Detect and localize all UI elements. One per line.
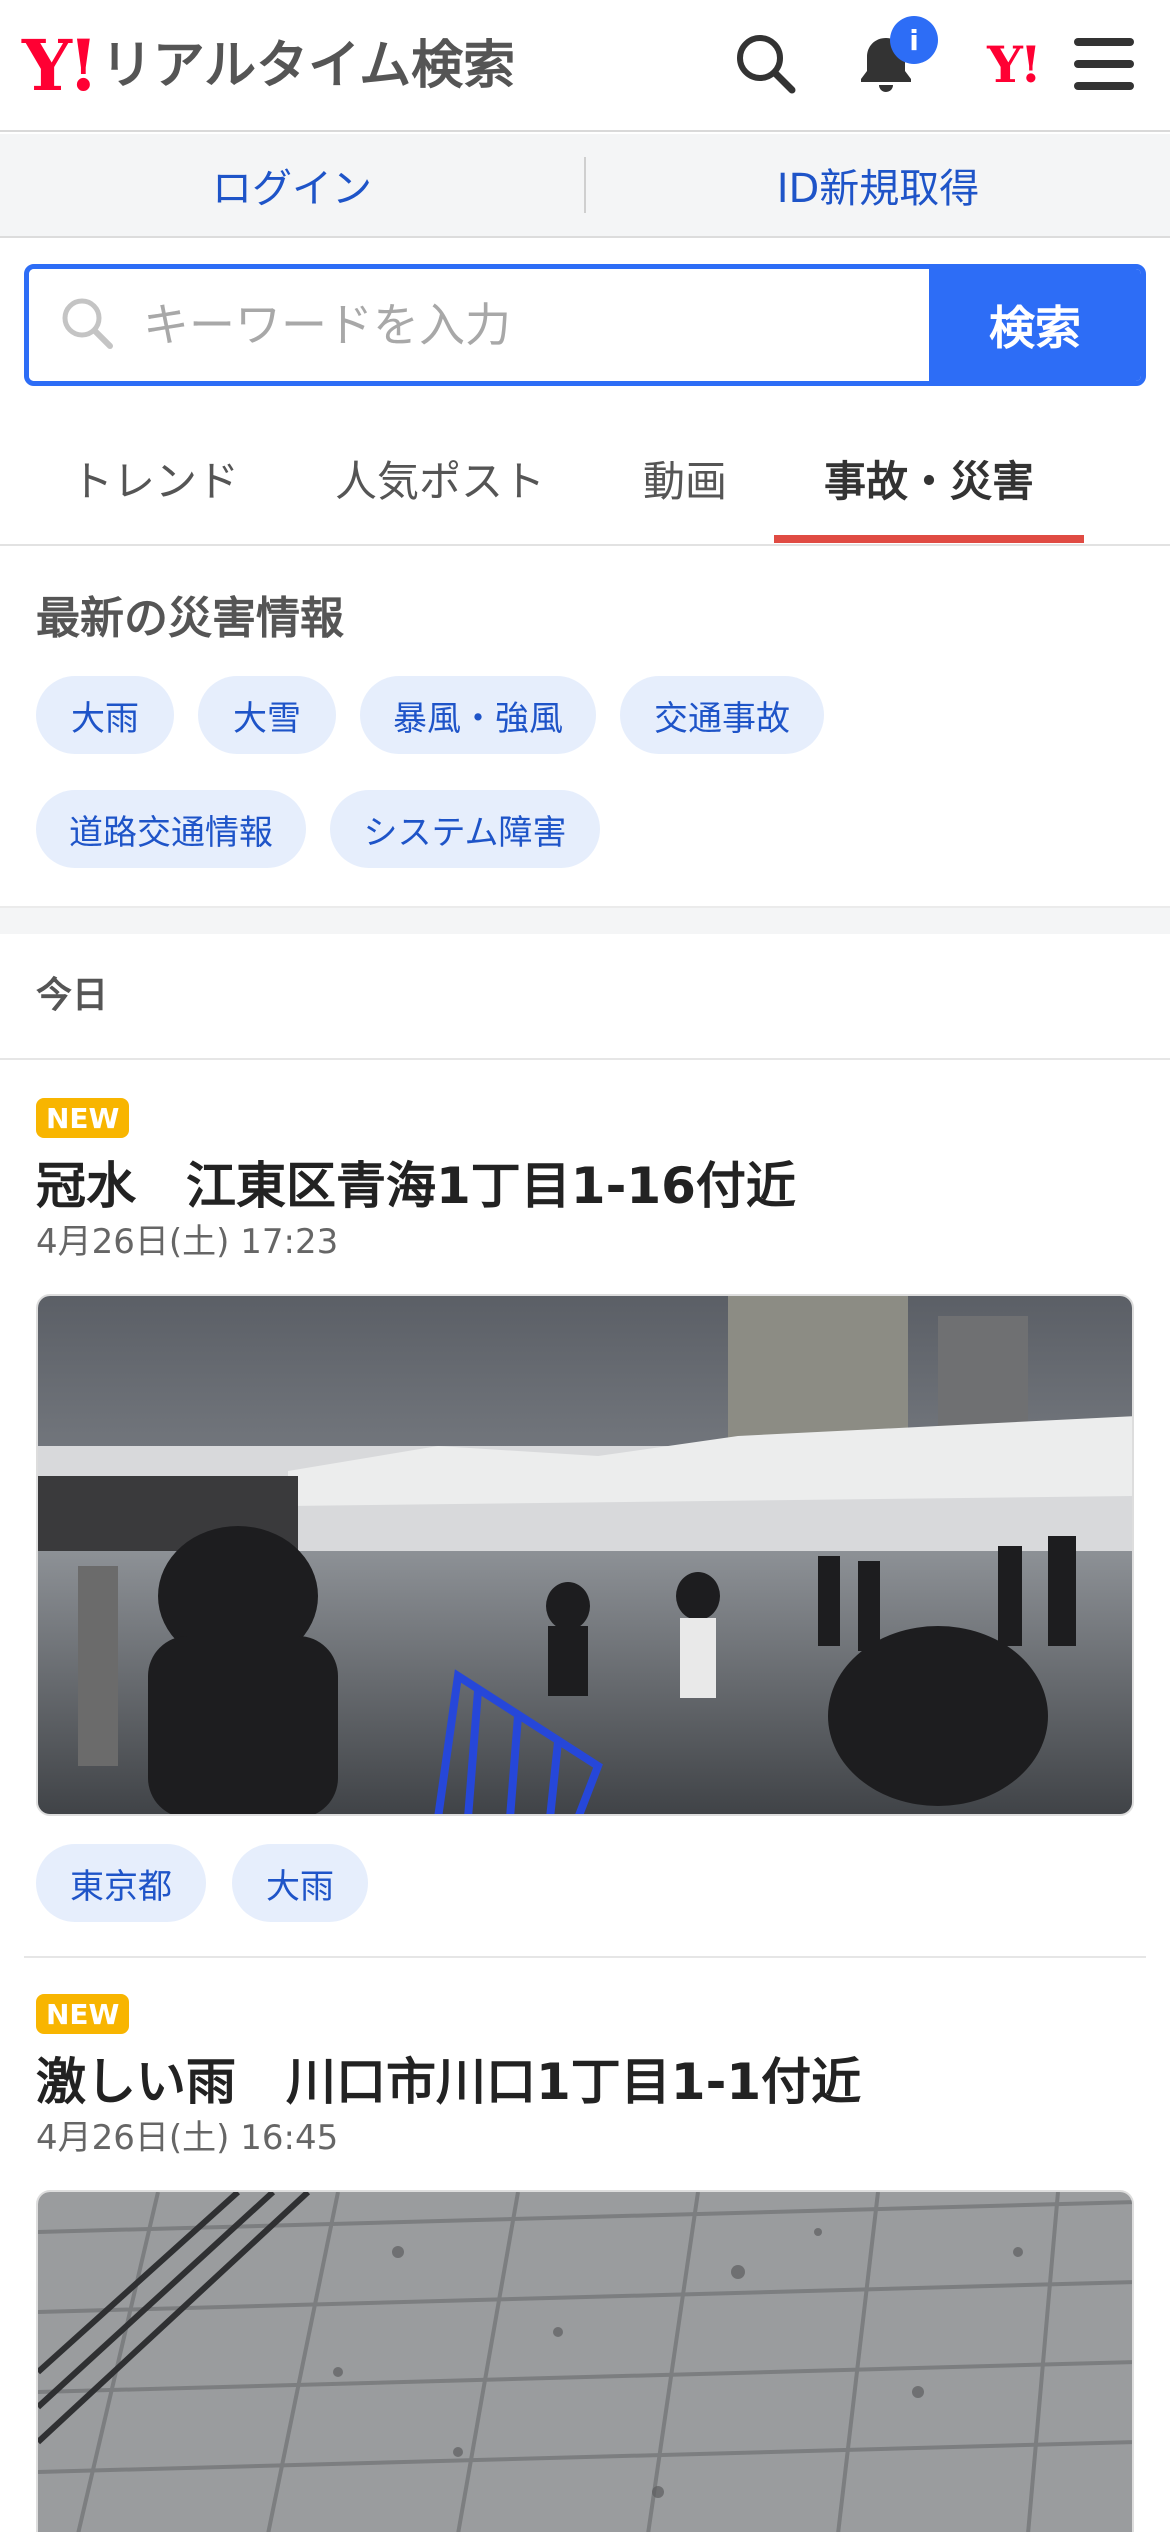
yahoo-realtime-logo[interactable]: Y! リアルタイム検索 [22, 30, 515, 102]
login-link[interactable]: ログイン [0, 156, 584, 214]
register-link[interactable]: ID新規取得 [586, 156, 1170, 214]
chip-traffic-accident[interactable]: 交通事故 [620, 676, 824, 754]
notification-bell-icon[interactable]: i [850, 16, 938, 100]
tab-popular-posts[interactable]: 人気ポスト [320, 410, 560, 546]
logo-text: リアルタイム検索 [100, 36, 516, 96]
search-bar: 検索 [24, 264, 1146, 386]
divider [0, 1058, 1170, 1060]
yahoo-japan-icon[interactable]: Y! [968, 28, 1058, 100]
chip-road-traffic[interactable]: 道路交通情報 [36, 790, 306, 868]
date-section-label: 今日 [36, 975, 109, 1016]
tag-tokyo[interactable]: 東京都 [36, 1844, 206, 1922]
notification-badge: i [890, 16, 938, 64]
post-divider [24, 1956, 1146, 1958]
search-button[interactable]: 検索 [929, 269, 1141, 381]
hamburger-menu-icon[interactable] [1068, 28, 1140, 100]
login-bar: ログイン ID新規取得 [0, 134, 1170, 238]
header: Y! リアルタイム検索 i Y! [0, 0, 1170, 132]
chip-heavy-rain[interactable]: 大雨 [36, 676, 174, 754]
chip-system-failure[interactable]: システム障害 [330, 790, 600, 868]
search-icon[interactable] [730, 28, 802, 100]
section-gap [0, 906, 1170, 934]
tab-accident-disaster[interactable]: 事故・災害 [774, 410, 1084, 546]
new-badge: NEW [36, 1098, 130, 1138]
post-title[interactable]: 激しい雨 川口市川口1丁目1-1付近 [36, 2042, 861, 2114]
category-tabs: トレンド 人気ポスト 動画 事故・災害 [0, 410, 1170, 546]
new-badge: NEW [36, 1994, 130, 2034]
disaster-info-title: 最新の災害情報 [36, 593, 344, 644]
post-title[interactable]: 冠水 江東区青海1丁目1-16付近 [36, 1146, 796, 1218]
chip-storm[interactable]: 暴風・強風 [360, 676, 596, 754]
yahoo-mark: Y! [987, 34, 1042, 94]
post-image-rain-pavement[interactable] [36, 2190, 1134, 2532]
chip-heavy-snow[interactable]: 大雪 [198, 676, 336, 754]
tag-heavy-rain[interactable]: 大雨 [232, 1844, 368, 1922]
tab-video[interactable]: 動画 [610, 410, 760, 546]
post-image-flooded-event[interactable] [36, 1294, 1134, 1816]
tab-trend[interactable]: トレンド [40, 410, 270, 546]
logo-mark: Y! [22, 24, 99, 107]
post-timestamp: 4月26日(土) 16:45 [36, 2118, 339, 2158]
active-tab-indicator [774, 535, 1084, 543]
search-field-icon [59, 295, 115, 355]
search-field-wrap [29, 269, 929, 381]
search-input[interactable] [143, 298, 843, 352]
post-timestamp: 4月26日(土) 17:23 [36, 1222, 339, 1262]
